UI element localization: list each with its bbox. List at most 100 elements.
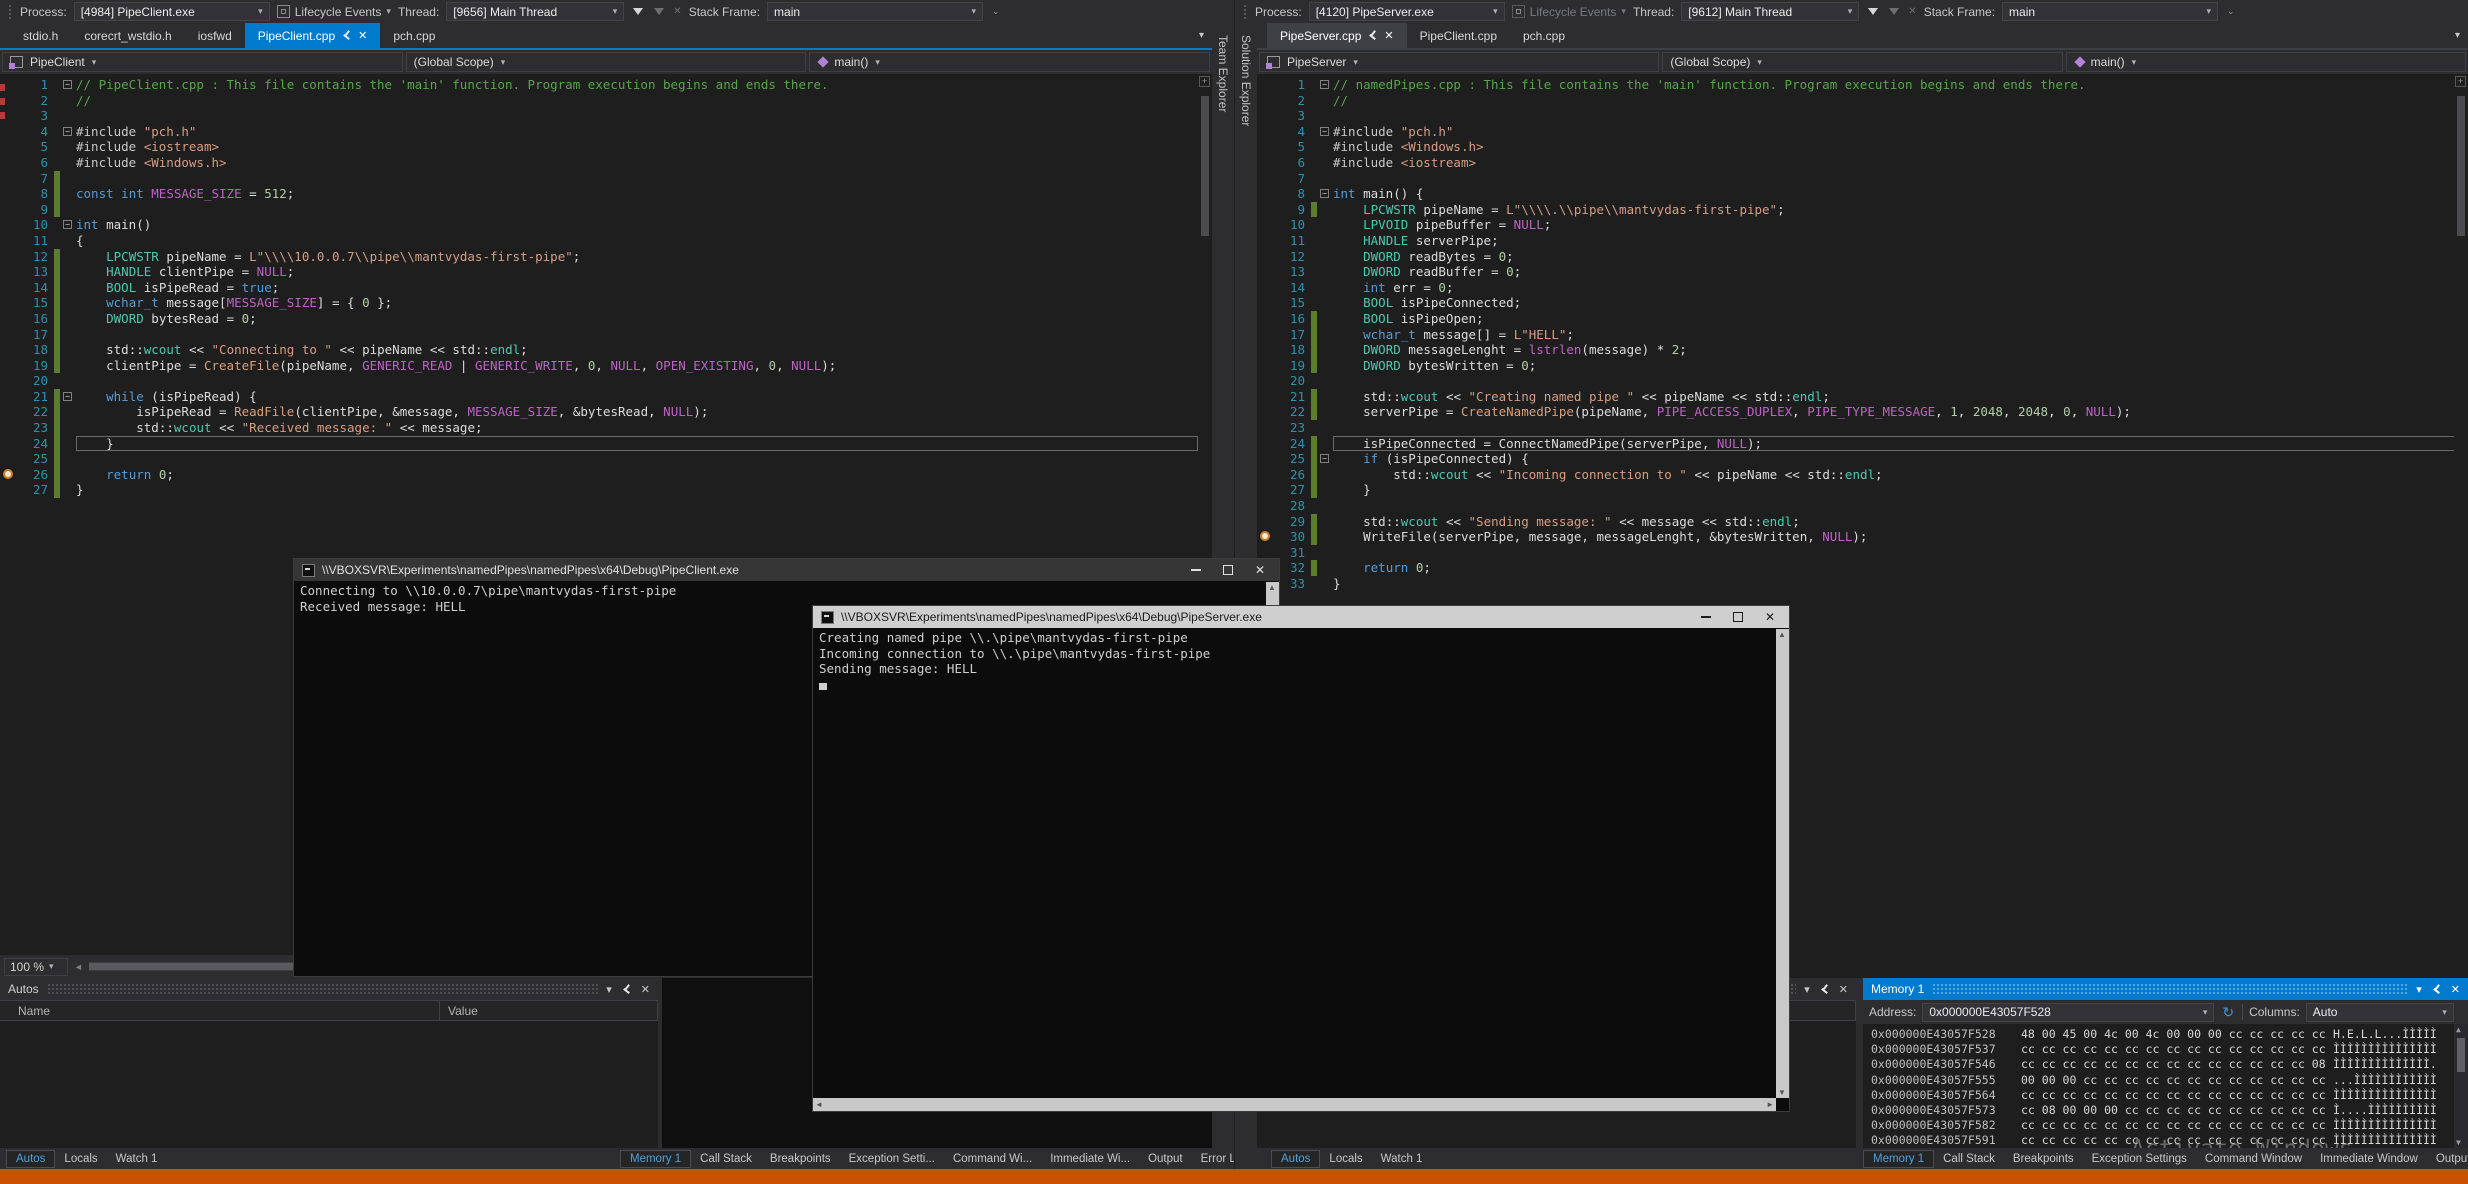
suspend-threads-icon[interactable]: ✕ — [1908, 6, 1916, 17]
code-line[interactable]: 15 BOOL isPipeConnected; — [1257, 295, 2455, 311]
code-line[interactable]: 6#include <Windows.h> — [0, 155, 1198, 171]
code-line[interactable]: 23 — [1257, 420, 2455, 436]
fold-icon[interactable]: − — [63, 80, 72, 89]
filter-threads-icon[interactable] — [1868, 8, 1878, 15]
panel-tab[interactable]: Call Stack — [1934, 1151, 2004, 1167]
chevron-down-icon[interactable]: ▾ — [49, 961, 54, 972]
suspend-threads-icon[interactable]: ✕ — [673, 6, 681, 17]
toolbar-grip-icon[interactable] — [1243, 4, 1248, 20]
console-vertical-scrollbar[interactable]: ▲ ▼ — [1776, 629, 1789, 1098]
code-line[interactable]: 32 return 0; — [1257, 560, 2455, 576]
code-line[interactable]: 25 — [0, 451, 1198, 467]
autos-grid-body[interactable] — [0, 1021, 658, 1148]
code-line[interactable]: 25− if (isPipeConnected) { — [1257, 451, 2455, 467]
type-scope-combo[interactable]: (Global Scope) ▾ — [406, 52, 807, 72]
code-line[interactable]: 14 int err = 0; — [1257, 280, 2455, 296]
code-line[interactable]: 10 LPVOID pipeBuffer = NULL; — [1257, 217, 2455, 233]
code-line[interactable]: 19 clientPipe = CreateFile(pipeName, GEN… — [0, 358, 1198, 374]
code-line[interactable]: 5#include <Windows.h> — [1257, 139, 2455, 155]
panel-tab[interactable]: Call Stack — [691, 1151, 761, 1167]
code-line[interactable]: 30 WriteFile(serverPipe, message, messag… — [1257, 529, 2455, 545]
type-scope-combo[interactable]: (Global Scope) ▾ — [1662, 52, 2062, 72]
pin-icon[interactable] — [1820, 984, 1829, 995]
chevron-down-icon[interactable]: ▾ — [1757, 57, 1762, 68]
code-line[interactable]: 16 BOOL isPipeOpen; — [1257, 311, 2455, 327]
code-line[interactable]: 17 wchar_t message[] = L"HELL"; — [1257, 327, 2455, 343]
code-line[interactable]: 15 wchar_t message[MESSAGE_SIZE] = { 0 }… — [0, 295, 1198, 311]
chevron-down-icon[interactable]: ▾ — [875, 57, 880, 68]
panel-tab[interactable]: Autos — [6, 1150, 55, 1168]
process-combo[interactable]: [4120] PipeServer.exe ▾ — [1309, 2, 1505, 21]
panel-tab[interactable]: Locals — [1320, 1151, 1371, 1167]
chevron-down-icon[interactable]: ▾ — [2416, 983, 2422, 996]
code-line[interactable]: 4−#include "pch.h" — [0, 124, 1198, 140]
filter-flagged-icon[interactable] — [654, 8, 664, 15]
editor-tab[interactable]: PipeClient.cpp✕ — [245, 23, 381, 48]
console-titlebar[interactable]: \\VBOXSVR\Experiments\namedPipes\namedPi… — [813, 606, 1789, 628]
editor-tab[interactable]: pch.cpp — [1510, 23, 1578, 48]
scroll-left-icon[interactable]: ◄ — [74, 962, 83, 972]
close-icon[interactable]: ✕ — [1255, 563, 1265, 577]
fold-icon[interactable]: − — [1320, 454, 1329, 463]
process-combo[interactable]: [4984] PipeClient.exe ▾ — [74, 2, 270, 21]
code-line[interactable]: 5#include <iostream> — [0, 139, 1198, 155]
scrollbar-split-icon[interactable]: + — [1199, 76, 1210, 87]
zoom-level-combo[interactable]: 100 % ▾ — [4, 958, 68, 976]
project-scope-combo[interactable]: PipeClient ▾ — [2, 52, 403, 72]
code-line[interactable]: 19 DWORD bytesWritten = 0; — [1257, 358, 2455, 374]
lifecycle-events-button[interactable]: Lifecycle Events ▾ — [1512, 5, 1626, 19]
panel-tab[interactable]: Breakpoints — [761, 1151, 840, 1167]
code-line[interactable]: 23 std::wcout << "Received message: " <<… — [0, 420, 1198, 436]
chevron-down-icon[interactable]: ▾ — [386, 6, 391, 17]
chevron-down-icon[interactable]: ▾ — [258, 6, 263, 17]
close-icon[interactable]: ✕ — [1765, 610, 1775, 624]
lifecycle-events-button[interactable]: Lifecycle Events ▾ — [277, 5, 391, 19]
tab-overflow-icon[interactable]: ▾ — [2455, 30, 2468, 41]
fold-icon[interactable]: − — [1320, 127, 1329, 136]
memory-panel-title[interactable]: Memory 1 ▾ ✕ — [1863, 978, 2468, 1000]
scroll-left-icon[interactable]: ◄ — [815, 1100, 823, 1109]
refresh-icon[interactable]: ↻ — [2222, 1004, 2234, 1021]
scrollbar-split-icon[interactable]: + — [2455, 76, 2466, 87]
fold-icon[interactable]: − — [63, 127, 72, 136]
thread-combo[interactable]: [9612] Main Thread ▾ — [1681, 2, 1859, 21]
panel-tab[interactable]: Autos — [1271, 1150, 1320, 1168]
code-line[interactable]: 9 LPCWSTR pipeName = L"\\\\.\\pipe\\mant… — [1257, 202, 2455, 218]
code-line[interactable]: 24 isPipeConnected = ConnectNamedPipe(se… — [1257, 436, 2455, 452]
chevron-down-icon[interactable]: ▾ — [1804, 983, 1810, 996]
thread-combo[interactable]: [9656] Main Thread ▾ — [446, 2, 624, 21]
chevron-down-icon[interactable]: ▾ — [1493, 6, 1498, 17]
maximize-icon[interactable] — [1223, 565, 1233, 575]
code-line[interactable]: 28 — [1257, 498, 2455, 514]
chevron-down-icon[interactable]: ▾ — [2442, 1007, 2447, 1018]
close-icon[interactable]: ✕ — [1384, 29, 1393, 42]
scroll-right-icon[interactable]: ► — [1766, 1100, 1774, 1109]
chevron-down-icon[interactable]: ▾ — [2207, 6, 2212, 17]
chevron-down-icon[interactable]: ▾ — [2132, 57, 2137, 68]
code-line[interactable]: 12 LPCWSTR pipeName = L"\\\\10.0.0.7\\pi… — [0, 249, 1198, 265]
scrollbar-thumb[interactable] — [2457, 96, 2465, 236]
code-line[interactable]: 14 BOOL isPipeRead = true; — [0, 280, 1198, 296]
console-output[interactable]: Creating named pipe \\.\pipe\mantvydas-f… — [813, 628, 1789, 695]
editor-tab[interactable]: stdio.h — [10, 23, 71, 48]
pin-icon[interactable] — [342, 30, 351, 41]
code-line[interactable]: 22 isPipeRead = ReadFile(clientPipe, &me… — [0, 404, 1198, 420]
chevron-down-icon[interactable]: ▾ — [972, 6, 977, 17]
editor-tab[interactable]: PipeClient.cpp — [1407, 23, 1510, 48]
panel-tab[interactable]: Memory 1 — [620, 1150, 691, 1168]
panel-tab[interactable]: Watch 1 — [1372, 1151, 1432, 1167]
code-line[interactable]: 17 — [0, 327, 1198, 343]
code-line[interactable]: 33} — [1257, 576, 2455, 592]
tab-overflow-icon[interactable]: ▾ — [1199, 30, 1212, 41]
filter-threads-icon[interactable] — [633, 8, 643, 15]
column-header-value[interactable]: Value — [440, 1001, 658, 1020]
toolbar-overflow-icon[interactable]: ⌄ — [2227, 6, 2235, 17]
panel-tab[interactable]: Command Wi... — [944, 1151, 1041, 1167]
code-line[interactable]: 4−#include "pch.h" — [1257, 124, 2455, 140]
code-line[interactable]: 11 HANDLE serverPipe; — [1257, 233, 2455, 249]
code-line[interactable]: 9 — [0, 202, 1198, 218]
maximize-icon[interactable] — [1733, 612, 1743, 622]
code-line[interactable]: 11{ — [0, 233, 1198, 249]
code-line[interactable]: 2// — [1257, 93, 2455, 109]
diagnostic-icon[interactable] — [3, 469, 13, 479]
